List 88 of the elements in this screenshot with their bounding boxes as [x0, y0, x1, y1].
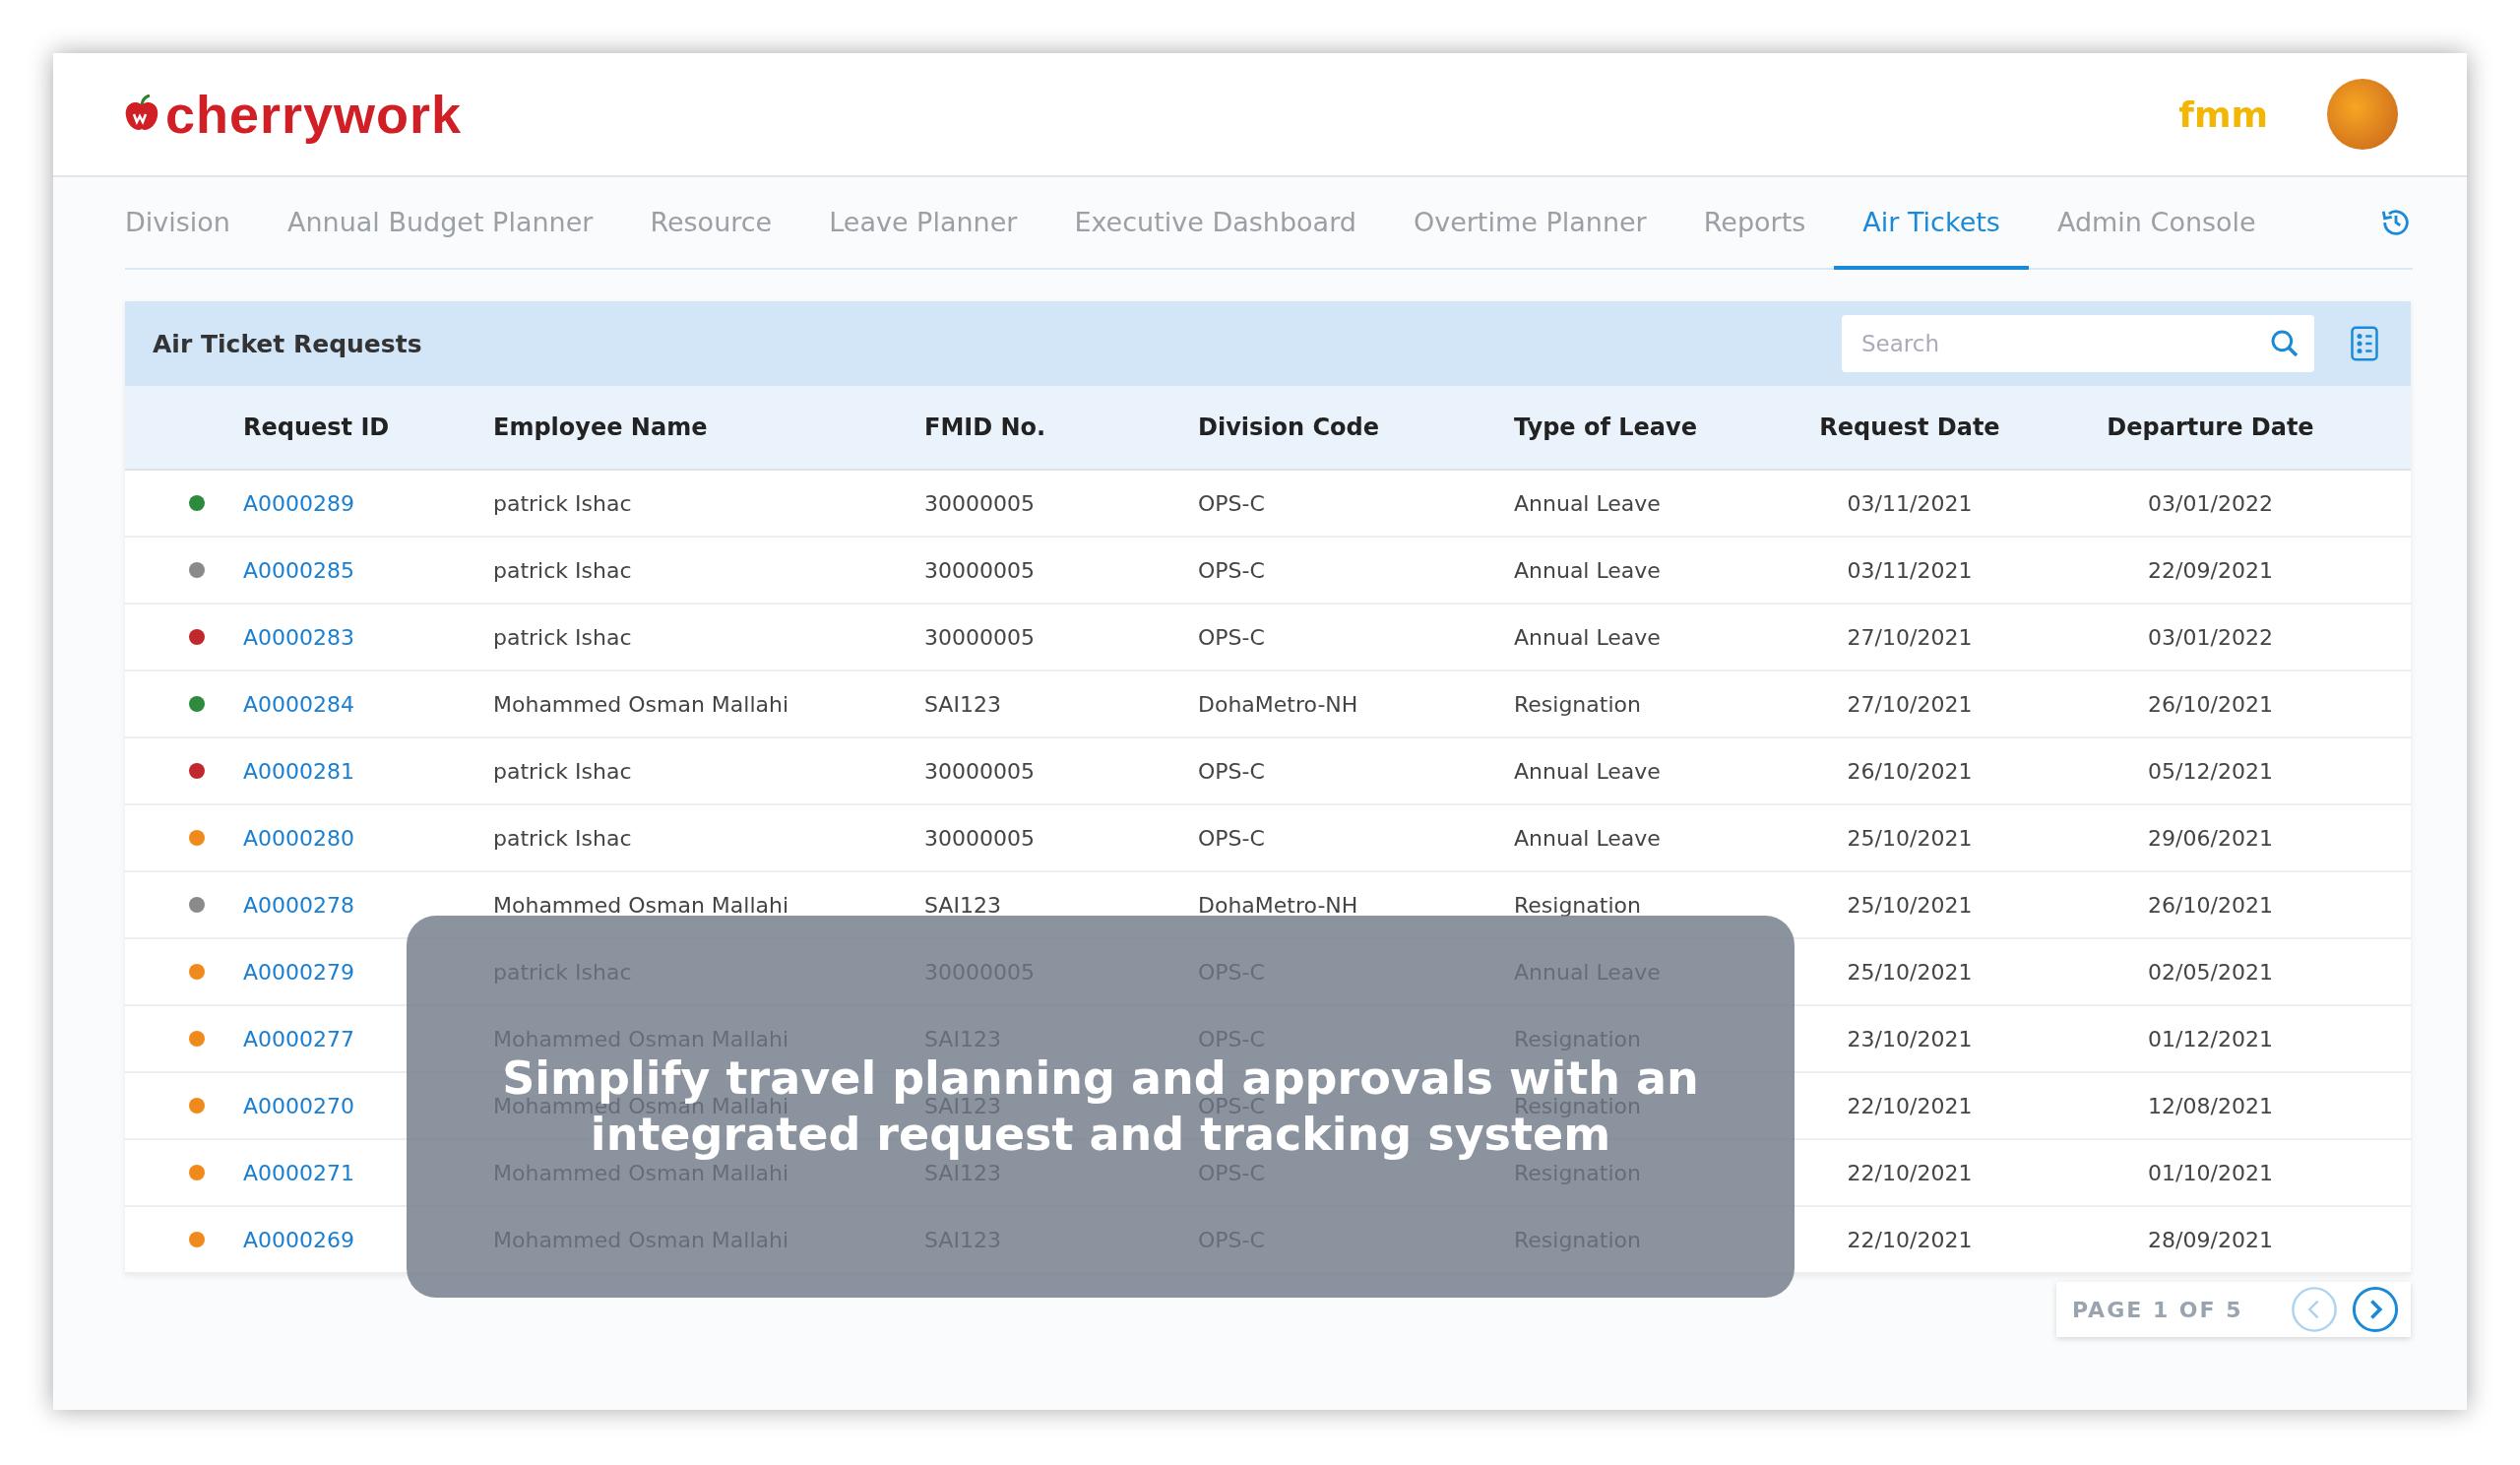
table-cell-text: patrick Ishac: [493, 624, 633, 650]
table-cell-text: patrick Ishac: [493, 825, 633, 851]
panel-title: Air Ticket Requests: [153, 329, 423, 358]
request-id-link[interactable]: A0000284: [243, 691, 355, 717]
table-cell-text: 30000005: [924, 624, 1036, 650]
table-cell-text: 27/10/2021: [1846, 624, 1974, 650]
next-page-icon[interactable]: [2352, 1286, 2399, 1333]
table-cell-text: 22/09/2021: [2147, 557, 2274, 583]
nav-tab[interactable]: Air Tickets: [1834, 177, 2029, 270]
nav-tab[interactable]: Reports: [1674, 177, 1835, 270]
table-cell-text: OPS-C: [1198, 825, 1266, 851]
search-field[interactable]: Search: [1842, 315, 2314, 372]
table-cell-text: DohaMetro-NH: [1198, 892, 1359, 918]
table-cell-text: 26/10/2021: [2147, 892, 2274, 918]
request-id-link[interactable]: A0000271: [243, 1160, 355, 1185]
table-cell-text: Annual Leave: [1514, 557, 1662, 583]
table-cell-text: patrick Ishac: [493, 758, 633, 784]
column-header: Request ID: [243, 414, 391, 441]
table-cell-text: 03/01/2022: [2147, 490, 2274, 516]
column-header: Departure Date: [2106, 414, 2315, 441]
table-cell-text: 29/06/2021: [2147, 825, 2274, 851]
table-cell-text: DohaMetro-NH: [1198, 691, 1359, 717]
table-cell-text: 30000005: [924, 758, 1036, 784]
nav-tab[interactable]: Annual Budget Planner: [259, 177, 622, 270]
search-icon[interactable]: [2269, 328, 2300, 359]
column-header: Employee Name: [493, 414, 709, 441]
table-cell-text: Annual Leave: [1514, 624, 1662, 650]
column-settings-icon[interactable]: [2350, 325, 2379, 362]
partner-logo-text: fmm: [2178, 94, 2268, 135]
table-cell-text: patrick Ishac: [493, 557, 633, 583]
column-header: Division Code: [1198, 414, 1381, 441]
table-cell-text: patrick Ishac: [493, 490, 633, 516]
table-cell-text: 25/10/2021: [1846, 892, 1974, 918]
request-id-link[interactable]: A0000278: [243, 892, 355, 918]
request-id-link[interactable]: A0000280: [243, 825, 355, 851]
nav-tab[interactable]: Resource: [621, 177, 801, 270]
table-cell-text: 03/11/2021: [1846, 557, 1974, 583]
table-cell-text: Annual Leave: [1514, 825, 1662, 851]
table-cell-text: 30000005: [924, 825, 1036, 851]
nav-tab[interactable]: Division: [125, 177, 259, 270]
table-cell-text: Mohammed Osman Mallahi: [493, 691, 790, 717]
table-cell-text: 22/10/2021: [1846, 1160, 1974, 1185]
table-cell-text: 03/01/2022: [2147, 624, 2274, 650]
table-cell-text: OPS-C: [1198, 624, 1266, 650]
table-cell-text: 28/09/2021: [2147, 1227, 2274, 1252]
table-cell-text: 01/12/2021: [2147, 1026, 2274, 1051]
nav-tab[interactable]: Admin Console: [2028, 177, 2285, 270]
table-cell-text: 05/12/2021: [2147, 758, 2274, 784]
table-cell-text: 27/10/2021: [1846, 691, 1974, 717]
column-header: FMID No.: [924, 414, 1047, 441]
table-cell-text: 22/10/2021: [1846, 1227, 1974, 1252]
table-cell-text: Annual Leave: [1514, 490, 1662, 516]
table-cell-text: 22/10/2021: [1846, 1093, 1974, 1118]
nav-tab[interactable]: Executive Dashboard: [1045, 177, 1385, 270]
request-id-link[interactable]: A0000289: [243, 490, 355, 516]
table-cell-text: OPS-C: [1198, 557, 1266, 583]
table-cell-text: SAI123: [924, 892, 1002, 918]
nav-tab[interactable]: Overtime Planner: [1384, 177, 1675, 270]
table-cell-text: 25/10/2021: [1846, 825, 1974, 851]
request-id-link[interactable]: A0000285: [243, 557, 355, 583]
table-cell-text: 12/08/2021: [2147, 1093, 2274, 1118]
column-header: Request Date: [1818, 414, 2001, 441]
page-indicator: PAGE 1 OF 5: [2072, 1297, 2244, 1322]
brand-logo-text: cherrywork: [165, 84, 463, 145]
table-cell-text: Annual Leave: [1514, 758, 1662, 784]
request-id-link[interactable]: A0000269: [243, 1227, 355, 1252]
table-cell-text: Resignation: [1514, 691, 1642, 717]
table-cell-text: OPS-C: [1198, 490, 1266, 516]
request-id-link[interactable]: A0000279: [243, 959, 355, 985]
table-cell-text: 26/10/2021: [2147, 691, 2274, 717]
column-header: Type of Leave: [1514, 414, 1698, 441]
request-id-link[interactable]: A0000281: [243, 758, 355, 784]
table-cell-text: 30000005: [924, 490, 1036, 516]
table-cell-text: 03/11/2021: [1846, 490, 1974, 516]
table-cell-text: 23/10/2021: [1846, 1026, 1974, 1051]
table-cell-text: 02/05/2021: [2147, 959, 2274, 985]
table-cell-text: Resignation: [1514, 892, 1642, 918]
request-id-link[interactable]: A0000270: [243, 1093, 355, 1118]
nav-tab[interactable]: Leave Planner: [800, 177, 1046, 270]
table-cell-text: 30000005: [924, 557, 1036, 583]
table-cell-text: Mohammed Osman Mallahi: [493, 892, 790, 918]
table-cell-text: 25/10/2021: [1846, 959, 1974, 985]
table-cell-text: SAI123: [924, 691, 1002, 717]
table-cell-text: 01/10/2021: [2147, 1160, 2274, 1185]
table-cell-text: OPS-C: [1198, 758, 1266, 784]
request-id-link[interactable]: A0000277: [243, 1026, 355, 1051]
request-id-link[interactable]: A0000283: [243, 624, 355, 650]
table-cell-text: 26/10/2021: [1846, 758, 1974, 784]
